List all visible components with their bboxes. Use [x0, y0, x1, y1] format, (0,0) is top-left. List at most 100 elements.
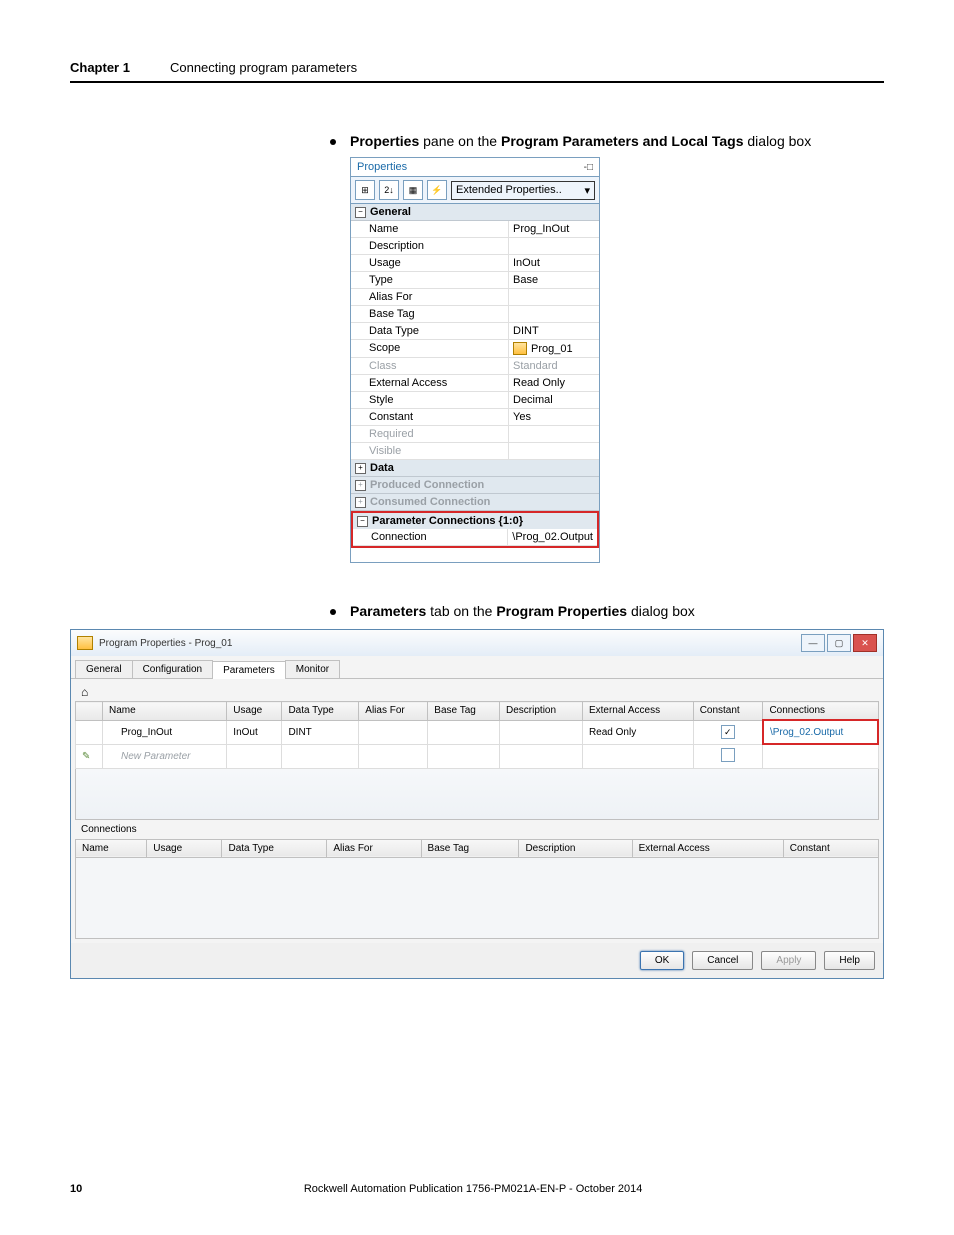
prop-val-style[interactable]: Decimal: [509, 392, 599, 408]
col-usage[interactable]: Usage: [227, 702, 282, 721]
col-connections[interactable]: Connections: [763, 702, 878, 721]
table-row[interactable]: Prog_InOut InOut DINT Read Only ✓ \Prog_…: [76, 720, 879, 744]
connections-label: Connections: [75, 820, 879, 839]
table-row-new[interactable]: ✎ New Parameter: [76, 744, 879, 768]
section-parameter-connections[interactable]: − Parameter Connections {1:0}: [353, 513, 597, 529]
chevron-down-icon: ▾: [584, 184, 590, 197]
cell-usage[interactable]: InOut: [227, 720, 282, 744]
categorized-button[interactable]: ⊞: [355, 180, 375, 200]
col-extaccess[interactable]: External Access: [582, 702, 693, 721]
bullet-text-2: Parameters tab on the Program Properties…: [350, 603, 695, 619]
col2-name[interactable]: Name: [76, 839, 147, 857]
collapse-icon[interactable]: −: [357, 516, 368, 527]
prop-key-aliasfor: Alias For: [351, 289, 509, 305]
cell-aliasfor[interactable]: [359, 720, 428, 744]
col2-usage[interactable]: Usage: [147, 839, 222, 857]
prop-key-scope: Scope: [351, 340, 509, 357]
expand-icon: +: [355, 480, 366, 491]
maximize-button[interactable]: ▢: [827, 634, 851, 652]
publication-info: Rockwell Automation Publication 1756-PM0…: [82, 1183, 864, 1195]
col2-datatype[interactable]: Data Type: [222, 839, 327, 857]
col2-description[interactable]: Description: [519, 839, 632, 857]
cell-connections[interactable]: \Prog_02.Output: [763, 720, 878, 744]
prop-val-connection[interactable]: \Prog_02.Output: [508, 529, 597, 545]
prop-val-class: Standard: [509, 358, 599, 374]
ok-button[interactable]: OK: [640, 951, 684, 970]
col2-constant[interactable]: Constant: [783, 839, 878, 857]
tab-general[interactable]: General: [75, 660, 133, 678]
program-properties-window: Program Properties - Prog_01 — ▢ ✕ Gener…: [70, 629, 884, 979]
connections-grid[interactable]: Name Usage Data Type Alias For Base Tag …: [75, 839, 879, 858]
chapter-label: Chapter 1: [70, 60, 130, 75]
checkbox-checked-icon[interactable]: ✓: [721, 725, 735, 739]
col-datatype[interactable]: Data Type: [282, 702, 359, 721]
col2-aliasfor[interactable]: Alias For: [327, 839, 421, 857]
program-folder-icon: [77, 636, 93, 650]
prop-key-basetag: Base Tag: [351, 306, 509, 322]
collapse-icon[interactable]: −: [355, 207, 366, 218]
grid-button[interactable]: ▦: [403, 180, 423, 200]
help-button[interactable]: Help: [824, 951, 875, 970]
tab-monitor[interactable]: Monitor: [285, 660, 340, 678]
prop-key-constant: Constant: [351, 409, 509, 425]
col-description[interactable]: Description: [500, 702, 583, 721]
page-number: 10: [70, 1183, 82, 1195]
alpha-sort-button[interactable]: 2↓: [379, 180, 399, 200]
prop-key-extaccess: External Access: [351, 375, 509, 391]
prop-val-extaccess[interactable]: Read Only: [509, 375, 599, 391]
prop-key-class: Class: [351, 358, 509, 374]
col-constant[interactable]: Constant: [693, 702, 763, 721]
minimize-button[interactable]: —: [801, 634, 825, 652]
prop-val-datatype[interactable]: DINT: [509, 323, 599, 339]
pin-icon[interactable]: -□: [584, 162, 593, 173]
prop-key-datatype: Data Type: [351, 323, 509, 339]
program-folder-icon: [513, 342, 527, 355]
extended-properties-dropdown[interactable]: Extended Properties.. ▾: [451, 181, 595, 200]
cell-description[interactable]: [500, 720, 583, 744]
close-button[interactable]: ✕: [853, 634, 877, 652]
cell-name[interactable]: Prog_InOut: [103, 720, 227, 744]
cell-extaccess[interactable]: Read Only: [582, 720, 693, 744]
prop-val-basetag[interactable]: [509, 306, 599, 322]
prop-val-scope[interactable]: Prog_01: [509, 340, 599, 357]
col2-basetag[interactable]: Base Tag: [421, 839, 519, 857]
col-aliasfor[interactable]: Alias For: [359, 702, 428, 721]
connections-blank-area: [75, 858, 879, 939]
bullet-icon: [330, 609, 336, 615]
section-general[interactable]: − General: [351, 204, 599, 221]
prop-val-aliasfor[interactable]: [509, 289, 599, 305]
prop-val-type[interactable]: Base: [509, 272, 599, 288]
bullet-icon: [330, 139, 336, 145]
prop-key-required: Required: [351, 426, 509, 442]
section-data[interactable]: + Data: [351, 460, 599, 477]
col-basetag[interactable]: Base Tag: [428, 702, 500, 721]
new-parameter-placeholder[interactable]: New Parameter: [103, 744, 227, 768]
cancel-button[interactable]: Cancel: [692, 951, 753, 970]
prop-val-name[interactable]: Prog_InOut: [509, 221, 599, 237]
prop-val-usage[interactable]: InOut: [509, 255, 599, 271]
properties-toolbar: ⊞ 2↓ ▦ ⚡ Extended Properties.. ▾: [351, 177, 599, 204]
home-icon[interactable]: ⌂: [75, 683, 879, 701]
checkbox-unchecked-icon[interactable]: [721, 748, 735, 762]
bullet-text-1: Properties pane on the Program Parameter…: [350, 133, 811, 149]
section-produced: + Produced Connection: [351, 477, 599, 494]
window-title: Program Properties - Prog_01: [99, 638, 232, 649]
parameters-grid[interactable]: Name Usage Data Type Alias For Base Tag …: [75, 701, 879, 769]
expand-icon: +: [355, 497, 366, 508]
tab-configuration[interactable]: Configuration: [132, 660, 213, 678]
prop-val-description[interactable]: [509, 238, 599, 254]
cell-datatype[interactable]: DINT: [282, 720, 359, 744]
flash-button[interactable]: ⚡: [427, 180, 447, 200]
prop-val-required: [509, 426, 599, 442]
tab-parameters[interactable]: Parameters: [212, 661, 286, 679]
cell-constant[interactable]: ✓: [693, 720, 763, 744]
expand-icon[interactable]: +: [355, 463, 366, 474]
prop-val-visible: [509, 443, 599, 459]
col-name[interactable]: Name: [103, 702, 227, 721]
prop-key-description: Description: [351, 238, 509, 254]
col2-extaccess[interactable]: External Access: [632, 839, 783, 857]
apply-button[interactable]: Apply: [761, 951, 816, 970]
highlight-parameter-connections: − Parameter Connections {1:0} Connection…: [351, 511, 599, 548]
prop-val-constant[interactable]: Yes: [509, 409, 599, 425]
cell-basetag[interactable]: [428, 720, 500, 744]
